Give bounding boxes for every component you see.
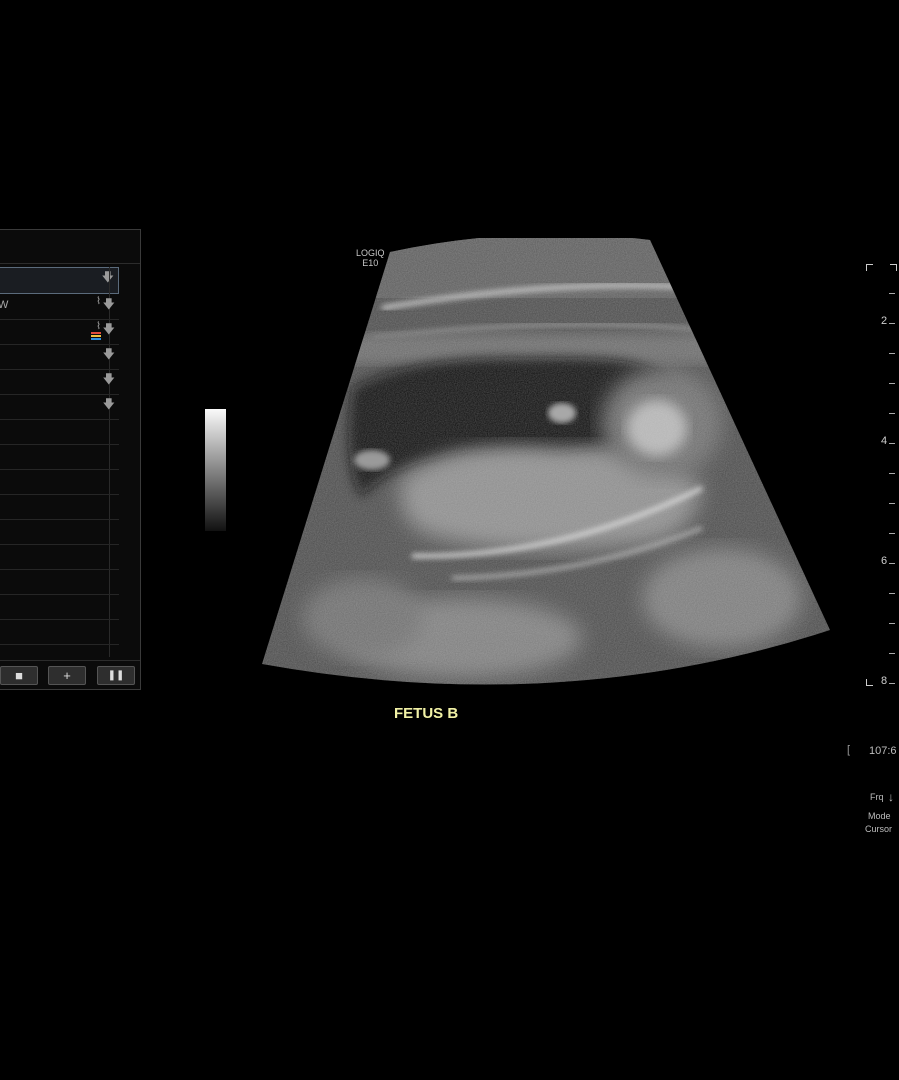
panel-row[interactable]: 🡇 <box>0 370 119 395</box>
panel-row[interactable] <box>0 570 119 595</box>
down-arrow-icon[interactable]: 🡇 <box>103 348 115 360</box>
panel-row[interactable] <box>0 595 119 620</box>
depth-tick <box>889 413 895 414</box>
depth-tick <box>889 443 895 444</box>
panel-rows: W ⌇ 🡇 ⌇ 🡇 🡇 🡇 🡇 <box>0 295 119 645</box>
waveform-icon: ⌇ <box>96 321 101 332</box>
square-button[interactable]: ■ <box>0 666 38 685</box>
depth-tick <box>889 353 895 354</box>
depth-label-8: 8 <box>881 675 888 687</box>
scale-bracket-top-left <box>866 264 873 271</box>
depth-tick <box>889 503 895 504</box>
grayscale-bar <box>205 409 226 531</box>
panel-row[interactable] <box>0 445 119 470</box>
depth-tick <box>889 323 895 324</box>
fetus-label: FETUS B <box>394 705 459 722</box>
depth-tick <box>889 563 895 564</box>
frq-down-icon: ↓ <box>888 790 894 804</box>
panel-selected-row[interactable]: 🡇 <box>0 267 119 294</box>
depth-tick <box>889 533 895 534</box>
mode-label: Mode <box>868 811 891 821</box>
depth-tick <box>889 623 895 624</box>
down-arrow-icon[interactable]: 🡇 <box>103 373 115 385</box>
panel-row[interactable] <box>0 470 119 495</box>
down-arrow-icon[interactable]: 🡇 <box>103 298 115 310</box>
panel-header <box>0 230 140 264</box>
down-arrow-icon[interactable]: 🡇 <box>103 398 115 410</box>
side-panel: 🡇 W ⌇ 🡇 ⌇ 🡇 🡇 🡇 🡇 ■ + ❚❚ <box>0 229 141 690</box>
depth-label-6: 6 <box>881 555 888 567</box>
depth-label-4: 4 <box>881 435 888 447</box>
panel-row[interactable] <box>0 495 119 520</box>
down-arrow-icon[interactable]: 🡇 <box>103 323 115 335</box>
panel-row[interactable]: 🡇 <box>0 395 119 420</box>
depth-tick <box>889 593 895 594</box>
depth-tick <box>889 293 895 294</box>
panel-row[interactable]: 🡇 <box>0 345 119 370</box>
scale-bracket-bottom <box>866 679 873 686</box>
depth-tick <box>889 473 895 474</box>
ultrasound-image <box>262 238 830 685</box>
panel-row[interactable]: W ⌇ 🡇 <box>0 295 119 320</box>
status-value: 107:6 <box>869 745 897 757</box>
down-arrow-icon[interactable]: 🡇 <box>102 271 114 283</box>
scale-bracket-top-right <box>890 264 897 271</box>
status-bracket: [ <box>847 744 851 756</box>
depth-tick <box>889 683 895 684</box>
panel-row[interactable]: ⌇ 🡇 <box>0 320 119 345</box>
depth-tick <box>889 653 895 654</box>
add-button[interactable]: + <box>48 666 86 685</box>
depth-label-2: 2 <box>881 315 888 327</box>
panel-footer: ■ + ❚❚ <box>0 660 140 689</box>
panel-row-label: W <box>0 299 9 311</box>
color-map-icon <box>91 332 101 342</box>
panel-row[interactable] <box>0 545 119 570</box>
pause-button[interactable]: ❚❚ <box>97 666 135 685</box>
depth-tick <box>889 383 895 384</box>
panel-row[interactable] <box>0 520 119 545</box>
frq-label: Frq <box>870 792 884 802</box>
panel-row[interactable] <box>0 620 119 645</box>
waveform-icon: ⌇ <box>96 296 101 307</box>
panel-row[interactable] <box>0 420 119 445</box>
cursor-label: Cursor <box>865 824 893 834</box>
